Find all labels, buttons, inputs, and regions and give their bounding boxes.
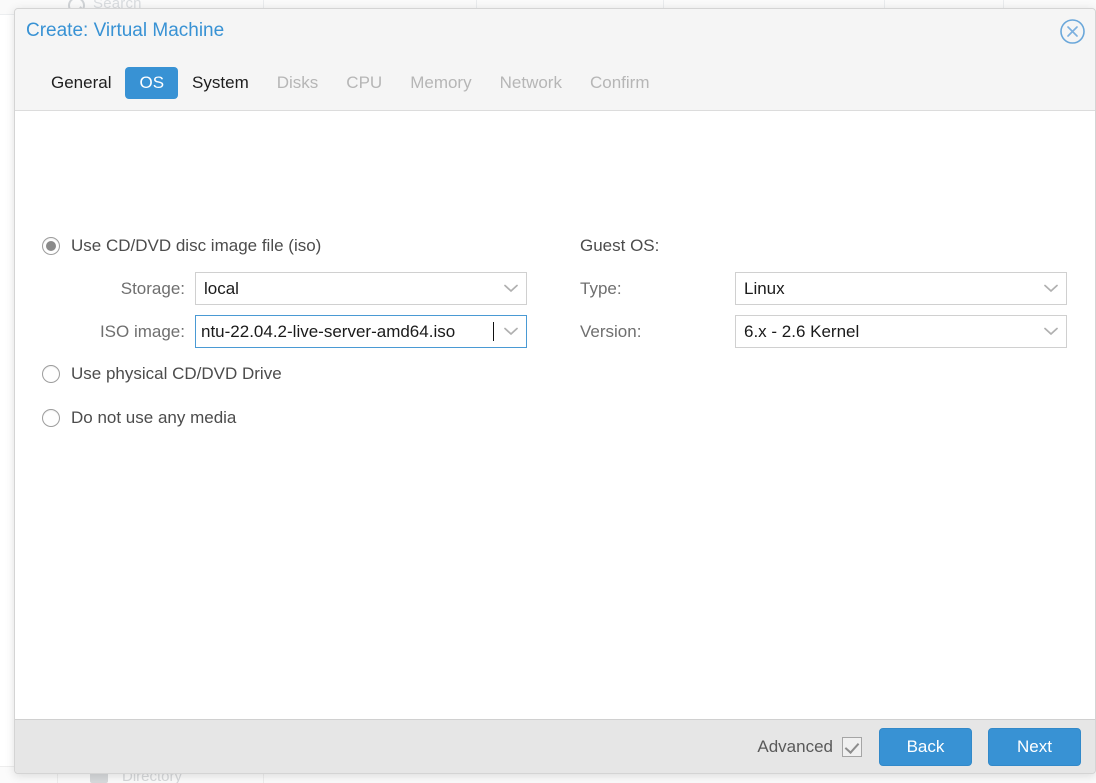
tab-general[interactable]: General [37, 67, 125, 99]
dialog-header: Create: Virtual Machine [15, 9, 1095, 55]
chevron-down-icon[interactable] [1036, 273, 1066, 304]
advanced-checkbox[interactable] [842, 736, 862, 757]
chevron-down-icon[interactable] [1036, 316, 1066, 347]
wizard-tabs: General OS System Disks CPU Memory Netwo… [37, 55, 663, 110]
os-version-value: 6.x - 2.6 Kernel [744, 321, 860, 341]
wizard-tabbar: General OS System Disks CPU Memory Netwo… [15, 55, 1095, 111]
tab-memory: Memory [410, 72, 472, 92]
advanced-label: Advanced [757, 736, 833, 756]
iso-image-value: ntu-22.04.2-live-server-amd64.iso [201, 321, 456, 341]
storage-label: Storage: [120, 278, 185, 298]
storage-field-row: Storage: local [20, 272, 527, 305]
radio-label-use-physical-drive: Use physical CD/DVD Drive [71, 364, 282, 383]
next-button[interactable]: Next [988, 727, 1081, 766]
tab-network: Network [499, 72, 562, 92]
iso-image-label: ISO image: [99, 321, 185, 341]
create-vm-dialog: Create: Virtual Machine General OS Syste… [14, 8, 1096, 774]
os-type-field-row: Type: Linux [580, 272, 1067, 305]
tab-disks: Disks [276, 72, 319, 92]
chevron-down-icon[interactable] [496, 273, 526, 304]
radio-indicator [42, 237, 60, 255]
dialog-body: Use CD/DVD disc image file (iso) Storage… [15, 111, 1095, 720]
tab-system[interactable]: System [178, 67, 263, 99]
radio-use-physical-drive[interactable]: Use physical CD/DVD Drive [42, 364, 282, 384]
iso-field-row: ISO image: ntu-22.04.2-live-server-amd64… [20, 315, 527, 348]
tab-cpu: CPU [346, 72, 383, 92]
radio-label-no-media: Do not use any media [71, 408, 237, 427]
os-version-select[interactable]: 6.x - 2.6 Kernel [735, 315, 1067, 348]
guest-os-heading: Guest OS: [580, 236, 660, 255]
os-type-select[interactable]: Linux [735, 272, 1067, 305]
radio-indicator [42, 365, 60, 383]
close-icon[interactable] [1059, 18, 1086, 45]
radio-use-iso[interactable]: Use CD/DVD disc image file (iso) [42, 236, 321, 256]
tab-confirm: Confirm [589, 72, 650, 92]
radio-no-media[interactable]: Do not use any media [42, 408, 236, 428]
text-caret [493, 322, 494, 341]
os-type-label: Type: [580, 278, 622, 298]
iso-image-input[interactable]: ntu-22.04.2-live-server-amd64.iso [195, 315, 527, 348]
storage-value: local [204, 278, 239, 298]
chevron-down-icon[interactable] [496, 316, 526, 347]
storage-select[interactable]: local [195, 272, 527, 305]
os-type-value: Linux [744, 278, 785, 298]
os-version-field-row: Version: 6.x - 2.6 Kernel [580, 315, 1067, 348]
radio-indicator [42, 409, 60, 427]
footer-actions: Advanced Back Next [757, 720, 1081, 773]
back-button[interactable]: Back [879, 727, 972, 766]
screen: Search a Directory Create: Virtual Machi… [0, 0, 1096, 783]
tab-os[interactable]: OS [125, 66, 179, 99]
os-version-label: Version: [580, 321, 642, 341]
radio-label-use-iso: Use CD/DVD disc image file (iso) [71, 236, 322, 255]
dialog-title: Create: Virtual Machine [26, 20, 225, 41]
dialog-footer: Advanced Back Next [15, 720, 1095, 773]
